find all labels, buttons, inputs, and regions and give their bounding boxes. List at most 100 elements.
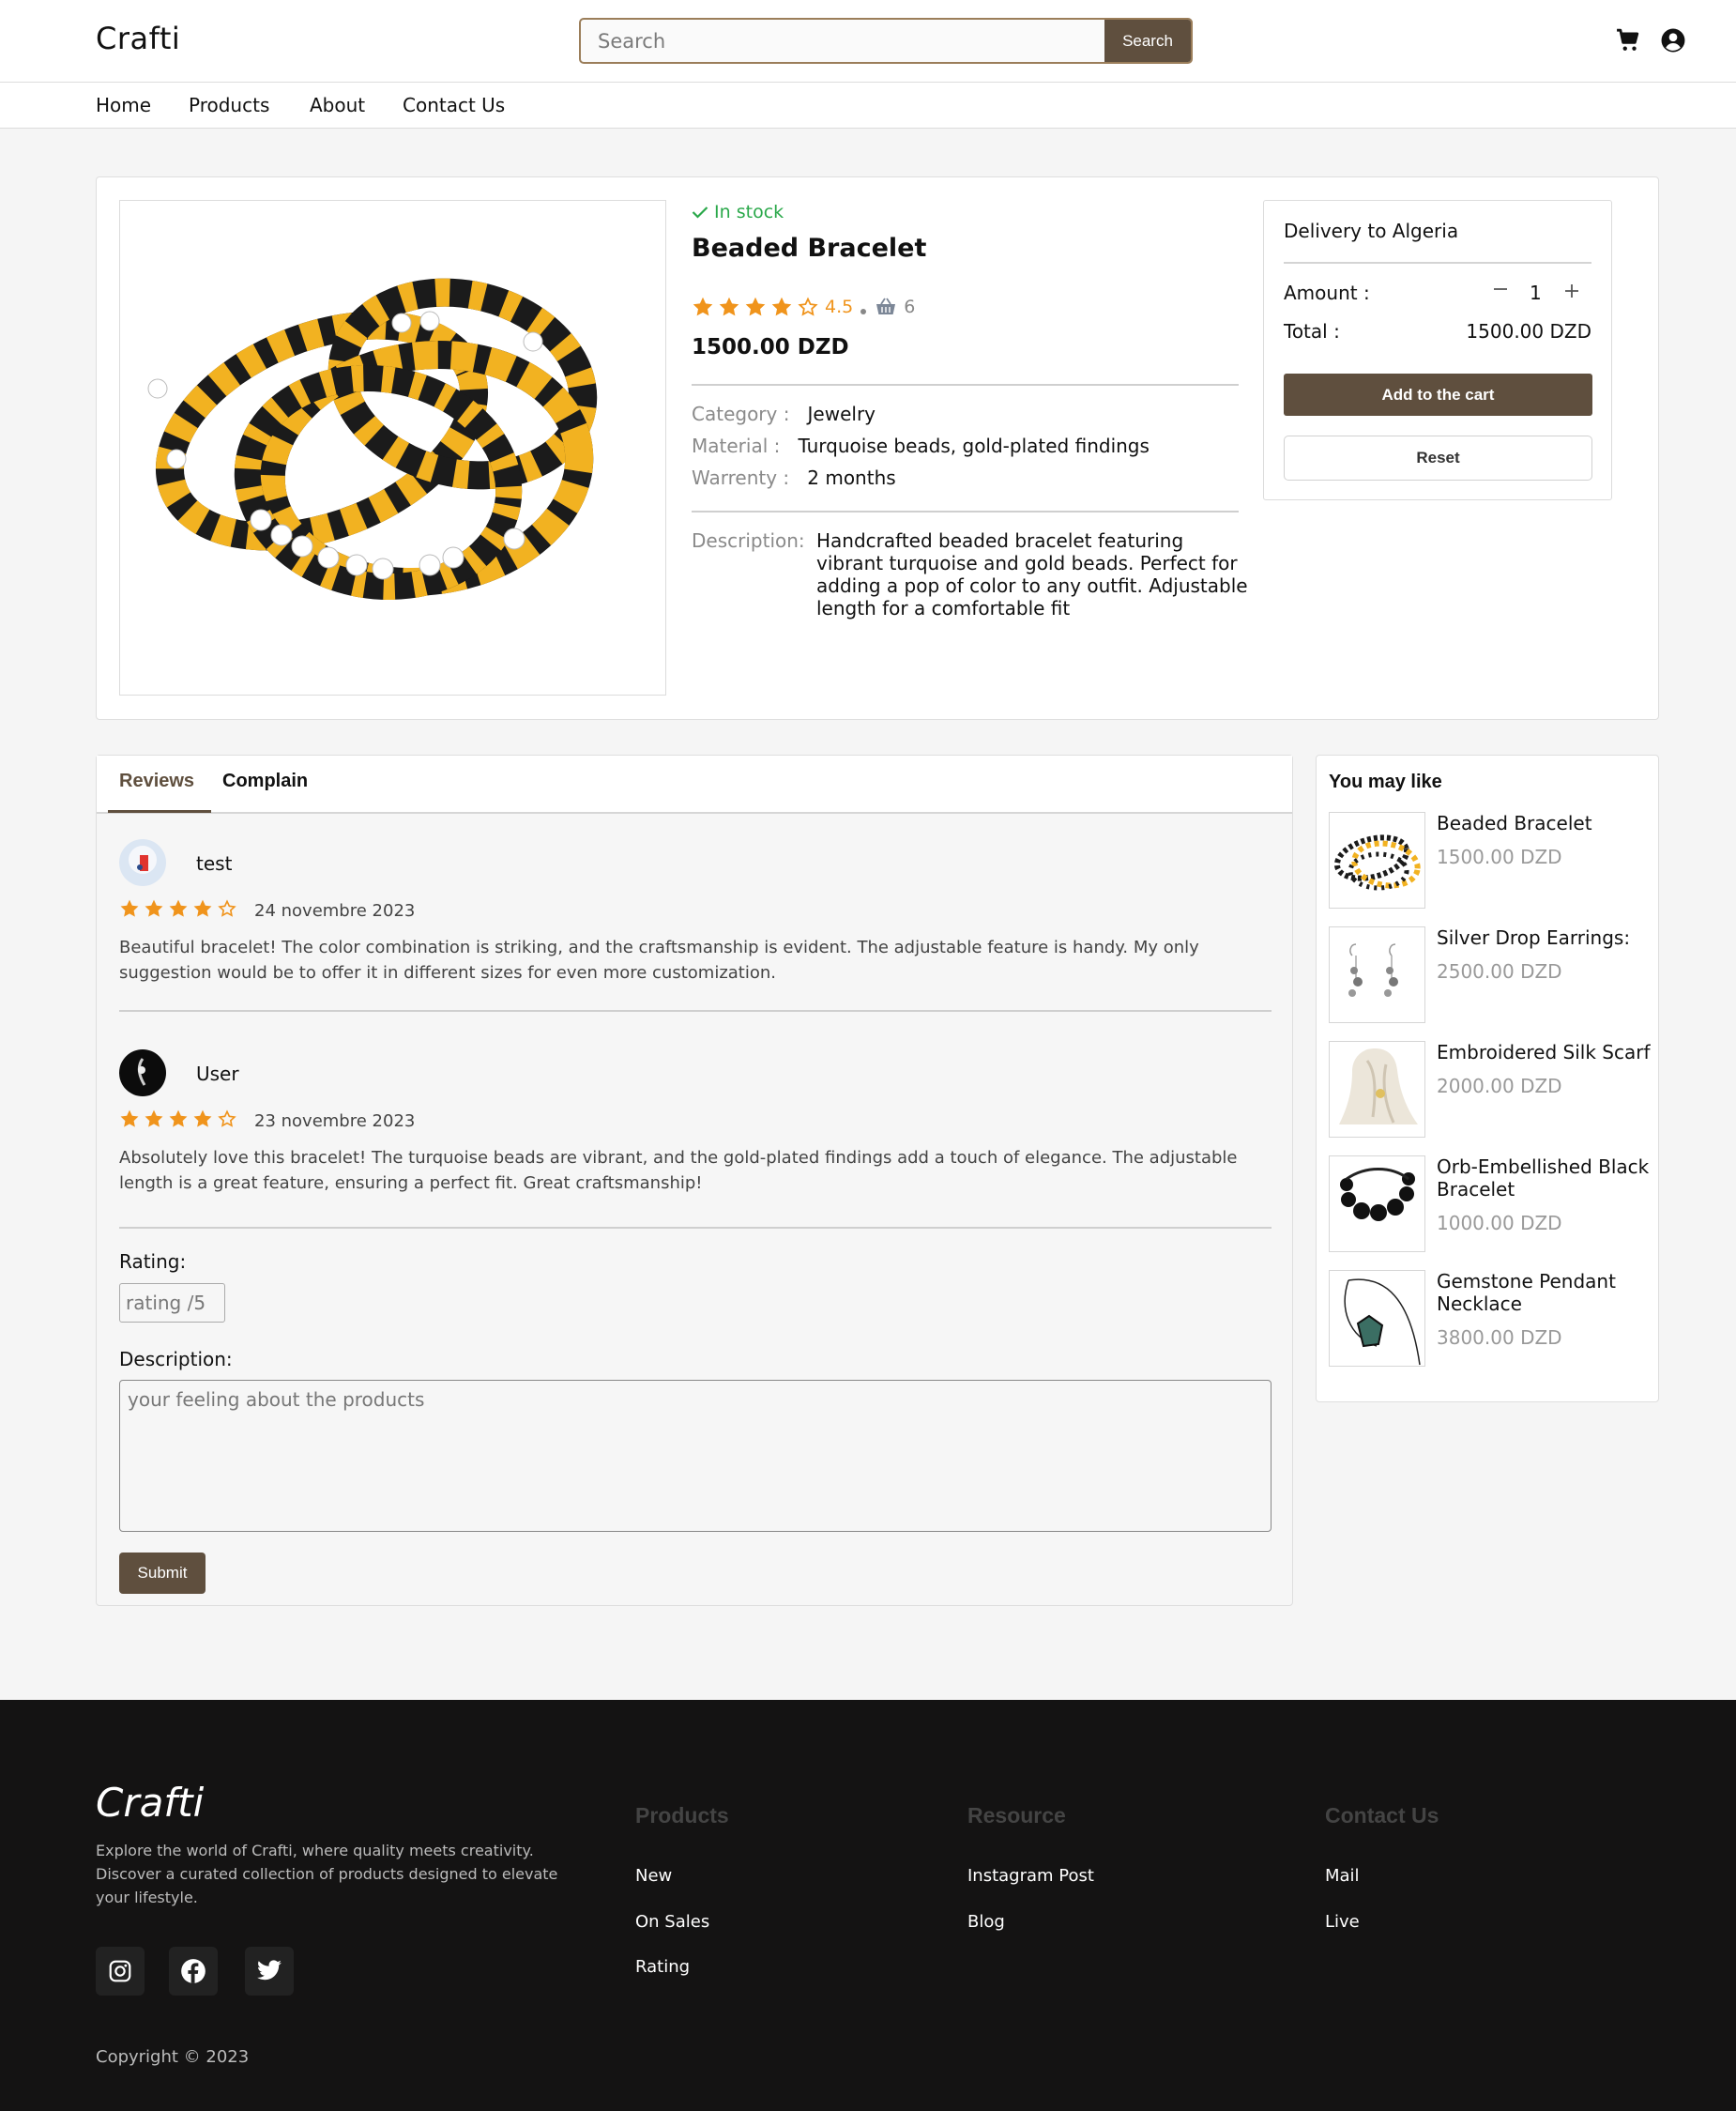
- recommended-item[interactable]: Embroidered Silk Scarf 2000.00 DZD: [1329, 1041, 1652, 1139]
- scarf-thumbnail: [1339, 1048, 1418, 1124]
- review-description-input[interactable]: [119, 1380, 1272, 1532]
- item-name: Orb-Embellished Black Bracelet: [1437, 1155, 1650, 1201]
- star-filled-icon: [771, 297, 792, 316]
- item-thumbnail: [1329, 1155, 1425, 1252]
- product-rating: 4.5 6: [692, 294, 915, 320]
- rating-input[interactable]: [119, 1283, 225, 1323]
- item-price: 2500.00 DZD: [1437, 960, 1562, 983]
- nav-about[interactable]: About: [310, 94, 365, 116]
- amount-label: Amount :: [1284, 282, 1370, 304]
- plus-icon: [1565, 284, 1578, 298]
- footer-link-blog[interactable]: Blog: [967, 1912, 1005, 1932]
- add-to-cart-button[interactable]: Add to the cart: [1284, 374, 1592, 416]
- pendant-thumbnail: [1344, 1278, 1421, 1366]
- divider: [119, 1227, 1272, 1229]
- footer-link-on-sales[interactable]: On Sales: [635, 1912, 709, 1932]
- delivery-panel: Delivery to Algeria Amount : 1 Total : 1…: [1263, 200, 1612, 500]
- footer-link-rating[interactable]: Rating: [635, 1957, 690, 1977]
- facebook-button[interactable]: [169, 1947, 218, 1996]
- top-header: Crafti Search: [0, 0, 1736, 83]
- search-input[interactable]: [581, 20, 1106, 62]
- divider: [1284, 262, 1591, 264]
- active-tab-indicator: [108, 810, 211, 813]
- user-circle-icon[interactable]: [1661, 28, 1685, 53]
- recommended-item[interactable]: Gemstone Pendant Necklace 3800.00 DZD: [1329, 1270, 1652, 1368]
- site-logo[interactable]: Crafti: [96, 21, 180, 56]
- copyright: Copyright © 2023: [96, 2047, 250, 2067]
- bracelet-thumbnail: [1333, 834, 1421, 891]
- review-username: User: [196, 1063, 239, 1085]
- divider: [692, 511, 1239, 512]
- divider: [119, 1010, 1272, 1012]
- divider: [692, 384, 1239, 386]
- footer-logo[interactable]: Crafti: [96, 1780, 204, 1826]
- item-price: 1000.00 DZD: [1437, 1212, 1562, 1234]
- quantity-value: 1: [1530, 282, 1542, 304]
- tab-bar: Reviews Complain: [97, 756, 1292, 814]
- reset-button[interactable]: Reset: [1284, 436, 1592, 481]
- item-price: 2000.00 DZD: [1437, 1075, 1562, 1097]
- review-stars: [119, 898, 241, 919]
- instagram-button[interactable]: [96, 1947, 145, 1996]
- description-text: Handcrafted beaded bracelet featuring vi…: [816, 529, 1248, 620]
- black-bracelet-thumbnail: [1340, 1168, 1415, 1221]
- recommendations-title: You may like: [1329, 772, 1442, 792]
- item-thumbnail: [1329, 812, 1425, 909]
- nav-products[interactable]: Products: [189, 94, 269, 116]
- spec-category-value: Jewelry: [807, 403, 876, 425]
- search-bar: Search: [579, 18, 1193, 64]
- footer-link-mail[interactable]: Mail: [1325, 1866, 1360, 1886]
- spec-material-value: Turquoise beads, gold-plated findings: [798, 435, 1150, 457]
- product-image[interactable]: [119, 200, 666, 696]
- avatar-image: [119, 1049, 166, 1096]
- review-date: 23 novembre 2023: [254, 1111, 416, 1131]
- nav-contact-us[interactable]: Contact Us: [403, 94, 505, 116]
- review-text: Absolutely love this bracelet! The turqu…: [119, 1148, 1238, 1193]
- review-stars: [119, 1109, 241, 1129]
- twitter-icon: [257, 1960, 282, 1981]
- star-outline-icon: [218, 1109, 236, 1127]
- basket-icon: [876, 298, 896, 314]
- star-filled-icon: [193, 899, 212, 917]
- submit-review-button[interactable]: Submit: [119, 1553, 206, 1594]
- description-label: Description:: [692, 529, 805, 552]
- star-filled-icon: [120, 899, 139, 917]
- decrease-quantity-button[interactable]: [1486, 276, 1515, 304]
- spec-category-label: Category :: [692, 403, 790, 425]
- increase-quantity-button[interactable]: [1558, 276, 1586, 304]
- spec-material-label: Material :: [692, 435, 781, 457]
- main-nav: Home Products About Contact Us: [0, 83, 1736, 129]
- review-text: Beautiful bracelet! The color combinatio…: [119, 938, 1199, 983]
- footer-link-new[interactable]: New: [635, 1866, 672, 1886]
- search-button[interactable]: Search: [1104, 20, 1191, 62]
- recommended-item[interactable]: Silver Drop Earrings: 2500.00 DZD: [1329, 926, 1652, 1024]
- review-date: 24 novembre 2023: [254, 901, 416, 921]
- footer-about: Explore the world of Crafti, where quali…: [96, 1842, 558, 1906]
- rating-value: 4.5: [825, 297, 854, 317]
- rating-label: Rating:: [119, 1250, 187, 1273]
- footer-link-instagram-post[interactable]: Instagram Post: [967, 1866, 1094, 1886]
- tab-reviews[interactable]: Reviews: [119, 771, 194, 792]
- nav-home[interactable]: Home: [96, 94, 151, 116]
- item-price: 3800.00 DZD: [1437, 1326, 1562, 1349]
- item-name: Embroidered Silk Scarf: [1437, 1041, 1651, 1063]
- recommended-item[interactable]: Orb-Embellished Black Bracelet 1000.00 D…: [1329, 1155, 1652, 1253]
- review-username: test: [196, 852, 233, 875]
- footer-link-live[interactable]: Live: [1325, 1912, 1360, 1932]
- spec-material: Material : Turquoise beads, gold-plated …: [692, 435, 1150, 457]
- spec-category: Category : Jewelry: [692, 403, 876, 425]
- star-filled-icon: [169, 1109, 188, 1127]
- star-filled-icon: [145, 1109, 163, 1127]
- footer-column-title: Products: [635, 1803, 729, 1828]
- item-name: Silver Drop Earrings:: [1437, 926, 1631, 949]
- earrings-thumbnail: [1348, 943, 1398, 997]
- tab-complain[interactable]: Complain: [222, 771, 308, 792]
- twitter-button[interactable]: [245, 1947, 294, 1996]
- total-label: Total :: [1284, 320, 1340, 343]
- delivery-title: Delivery to Algeria: [1284, 220, 1459, 242]
- cart-icon[interactable]: [1616, 28, 1640, 53]
- recommended-item[interactable]: Beaded Bracelet 1500.00 DZD: [1329, 812, 1652, 910]
- description-field-label: Description:: [119, 1348, 233, 1370]
- avatar: [119, 1049, 166, 1096]
- review-item: User 23 novembre 2023 Absolutely love th…: [119, 1049, 1272, 1193]
